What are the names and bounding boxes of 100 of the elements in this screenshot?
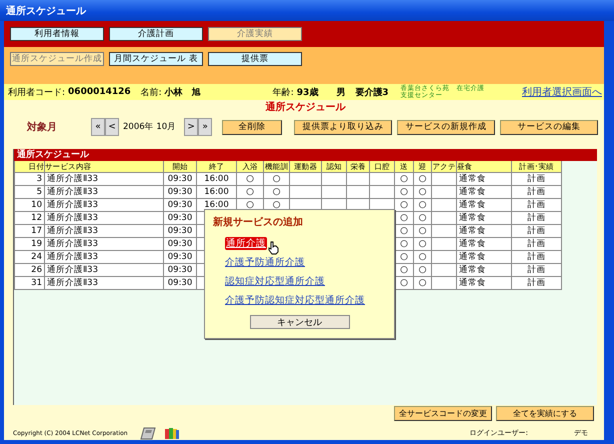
- sub-tab[interactable]: 月間スケジュール 表: [109, 52, 203, 66]
- table-cell: 17: [14, 224, 44, 238]
- table-cell: 通所介護Ⅱ33: [44, 172, 164, 186]
- panel-title: 通所スケジュール: [17, 150, 89, 160]
- table-cell: 通所介護Ⅱ33: [44, 250, 164, 264]
- table-cell: 通常食: [456, 264, 512, 276]
- table-cell: 09:30: [164, 238, 196, 250]
- month-label: 対象月: [26, 120, 58, 134]
- table-cell: 26: [14, 264, 44, 276]
- table-cell: 10: [14, 198, 44, 212]
- next-button[interactable]: >: [184, 118, 198, 136]
- table-cell: ○: [394, 186, 414, 198]
- table-cell: 16:00: [196, 186, 236, 198]
- table-cell: ○: [414, 250, 432, 264]
- table-cell: 24: [14, 250, 44, 264]
- table-cell: ○: [236, 172, 264, 186]
- nav-tab[interactable]: 介護計画: [109, 27, 203, 41]
- next-button[interactable]: »: [198, 118, 212, 136]
- service-link[interactable]: 介護予防通所介護: [225, 256, 305, 269]
- table-cell: 09:30: [164, 276, 196, 290]
- table-cell: 09:30: [164, 250, 196, 264]
- action-button[interactable]: サービスの新規作成: [397, 120, 495, 134]
- table-cell: 通常食: [456, 276, 512, 290]
- table-cell: 計画: [512, 198, 562, 212]
- user-select-link[interactable]: 利用者選択画面へ: [522, 85, 602, 99]
- table-cell: ○: [414, 172, 432, 186]
- window-title: 通所スケジュール: [6, 4, 86, 18]
- user-code-label: 利用者コード:: [8, 86, 66, 98]
- nav-tab[interactable]: 介護実績: [208, 27, 302, 41]
- month-value: 2006年 10月: [123, 121, 176, 133]
- service-link[interactable]: 介護予防認知症対応型通所介護: [225, 294, 365, 307]
- books-icon[interactable]: [164, 426, 180, 440]
- table-cell: ○: [414, 276, 432, 290]
- table-cell: 計画: [512, 212, 562, 224]
- previous-button[interactable]: <: [105, 118, 119, 136]
- table-cell: 16:00: [196, 172, 236, 186]
- table-cell: ○: [414, 224, 432, 238]
- table-cell: 通所介護Ⅱ33: [44, 224, 164, 238]
- table-cell: 通常食: [456, 172, 512, 186]
- table-cell: ○: [414, 198, 432, 212]
- table-cell: 計画: [512, 276, 562, 290]
- cancel-button[interactable]: キャンセル: [250, 315, 350, 329]
- table-cell: ○: [414, 238, 432, 250]
- name-label: 名前:: [140, 86, 162, 98]
- table-cell: 通常食: [456, 212, 512, 224]
- action-button[interactable]: 提供票より取り込み: [294, 120, 392, 134]
- table-cell: 通常食: [456, 250, 512, 264]
- table-cell: 計画: [512, 172, 562, 186]
- nav-tab[interactable]: 利用者情報: [10, 27, 104, 41]
- table-cell: ○: [236, 186, 264, 198]
- table-cell: 5: [14, 186, 44, 198]
- table-cell: 計画: [512, 224, 562, 238]
- age-label: 年齢:: [272, 86, 294, 98]
- table-cell: 通所介護Ⅱ33: [44, 198, 164, 212]
- table-cell: 09:30: [164, 172, 196, 186]
- table-cell: 通所介護Ⅱ33: [44, 276, 164, 290]
- table-cell: 通常食: [456, 238, 512, 250]
- table-cell: 計画: [512, 250, 562, 264]
- table-cell: 09:30: [164, 198, 196, 212]
- table-cell: ○: [414, 264, 432, 276]
- table-cell: 通所介護Ⅱ33: [44, 186, 164, 198]
- table-cell: ○: [264, 172, 290, 186]
- popup-title: 新規サービスの追加: [213, 215, 304, 229]
- table-cell: 通常食: [456, 186, 512, 198]
- delete-all-button[interactable]: 全削除: [222, 120, 282, 134]
- table-cell: 31: [14, 276, 44, 290]
- table-cell: 計画: [512, 264, 562, 276]
- table-cell: 19: [14, 238, 44, 250]
- sub-tab[interactable]: 提供票: [208, 52, 302, 66]
- table-cell: 通所介護Ⅱ33: [44, 238, 164, 250]
- table-cell: 09:30: [164, 224, 196, 238]
- table-cell: 09:30: [164, 212, 196, 224]
- table-cell: 通所介護Ⅱ33: [44, 212, 164, 224]
- page-title: 通所スケジュール: [266, 102, 346, 113]
- table-cell: 通所介護Ⅱ33: [44, 264, 164, 276]
- sub-tab[interactable]: 通所スケジュール作成: [10, 52, 104, 66]
- hand-cursor-icon: [268, 241, 279, 255]
- bulk-action-button[interactable]: 全てを実績にする: [496, 406, 594, 421]
- table-cell: 計画: [512, 186, 562, 198]
- table-cell: ○: [264, 186, 290, 198]
- bulk-action-button[interactable]: 全サービスコードの変更: [394, 406, 492, 421]
- table-cell: 12: [14, 212, 44, 224]
- service-link[interactable]: 認知症対応型通所介護: [225, 275, 325, 288]
- table-cell: 通常食: [456, 198, 512, 212]
- user-sex: 男: [336, 86, 346, 98]
- table-cell: 09:30: [164, 186, 196, 198]
- table-cell: 09:30: [164, 264, 196, 276]
- care-level: 要介護3: [355, 86, 389, 98]
- table-cell: 計画: [512, 238, 562, 250]
- user-age: 93歳: [296, 86, 318, 98]
- table-cell: 通常食: [456, 224, 512, 238]
- previous-button[interactable]: «: [91, 118, 105, 136]
- table-cell: ○: [414, 212, 432, 224]
- service-link[interactable]: 通所介護: [225, 237, 267, 250]
- table-cell: 3: [14, 172, 44, 186]
- table-cell: ○: [414, 186, 432, 198]
- user-name: 小林 旭: [164, 86, 201, 98]
- table-cell: ○: [394, 172, 414, 186]
- user-code: 0600014126: [68, 87, 131, 97]
- action-button[interactable]: サービスの編集: [500, 120, 598, 134]
